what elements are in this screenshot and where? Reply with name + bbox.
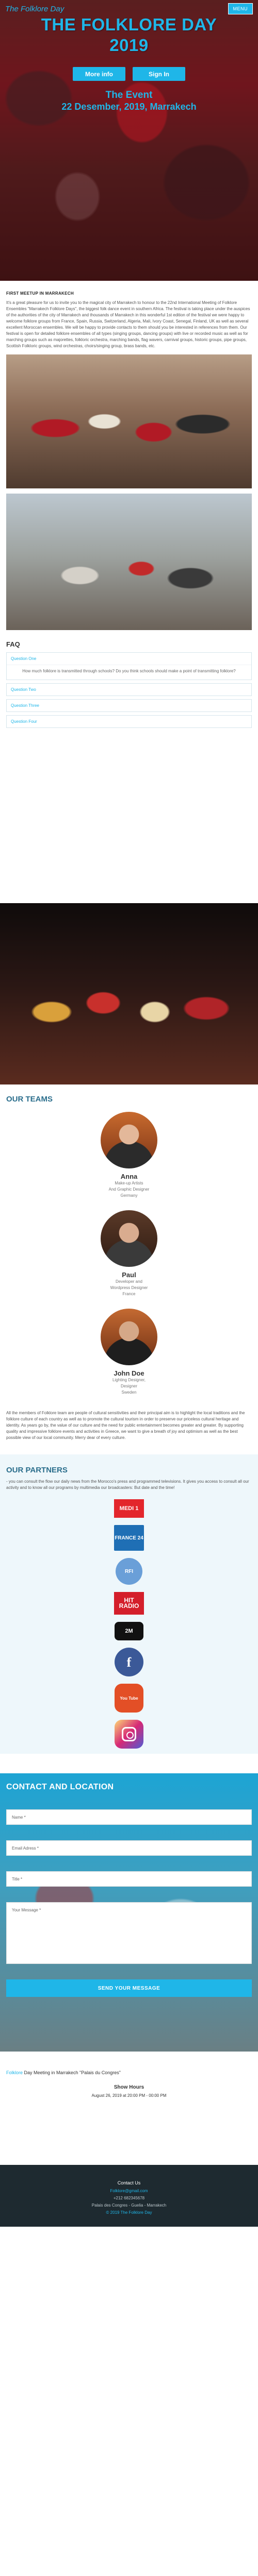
team-description: All the members of Folklore team are peo… (6, 1411, 245, 1440)
street-parade-photo (6, 494, 252, 630)
avatar (101, 1309, 157, 1365)
event-location: Folklore Day Meeting in Marrakech "Palai… (6, 2070, 252, 2075)
subject-field[interactable]: Title * (6, 1871, 252, 1887)
faq-item[interactable]: Question One How much folklore is transm… (6, 652, 252, 680)
message-field[interactable]: Your Message * (6, 1902, 252, 1964)
event-info-section: Folklore Day Meeting in Marrakech "Palai… (0, 2052, 258, 2165)
email-field[interactable]: Email Adress * (6, 1840, 252, 1856)
show-hours-title: Show Hours (114, 2084, 144, 2090)
about-title: FIRST MEETUP IN MARRAKECH (6, 291, 74, 296)
faq-item[interactable]: Question Three (6, 699, 252, 712)
more-info-button[interactable]: More info (73, 67, 125, 81)
member-name: Anna (120, 1173, 138, 1180)
team-title: OUR TEAMS (6, 1095, 53, 1104)
medi1-logo[interactable]: MEDI 1 (114, 1499, 144, 1518)
member-role: And Graphic Designer (108, 1187, 150, 1192)
partners-title: OUR PARTNERS (6, 1466, 68, 1475)
faq-item[interactable]: Question Two (6, 683, 252, 696)
contact-title: CONTACT AND LOCATION (6, 1783, 114, 1791)
member-name: Paul (122, 1271, 136, 1279)
event-location-prefix: Folklore (6, 2070, 23, 2075)
member-country: Sweden (121, 1390, 137, 1395)
footer-title: Contact Us (117, 2180, 141, 2185)
hero-event-date: 22 Desember, 2019, Marrakech (61, 101, 197, 112)
avatar (101, 1112, 157, 1168)
top-bar: The Folklore Day MENU (0, 0, 258, 18)
hero-title-line2: 2019 (109, 36, 149, 55)
brand-logo[interactable]: The Folklore Day (5, 5, 64, 13)
dancers-photo (6, 354, 252, 488)
footer-copyright: © 2019 The Folklore Day (106, 2210, 152, 2215)
member-role: Developer and (115, 1279, 143, 1284)
member-name: John Doe (114, 1369, 144, 1377)
faq-section: FAQ Question One How much folklore is tr… (0, 635, 258, 728)
show-hours: August 26, 2019 at 20:00 PM - 00:00 PM (91, 2093, 167, 2098)
partners-description: - you can consult the flow our daily new… (6, 1479, 249, 1490)
france24-logo[interactable]: FRANCE 24 (114, 1525, 144, 1551)
hero-event-label: The Event (105, 90, 153, 100)
partners-section: OUR PARTNERS - you can consult the flow … (0, 1454, 258, 1754)
member-country: France (122, 1292, 136, 1296)
footer-phone: +212 682345678 (113, 2196, 145, 2200)
team-section: OUR TEAMS Anna Make-up Artists And Graph… (0, 1084, 258, 1454)
2m-logo[interactable]: 2M (115, 1622, 143, 1640)
footer-address: Palais des Congres - Guelia - Marrakech (91, 2203, 167, 2208)
faq-answer: How much folklore is transmitted through… (7, 665, 251, 680)
faq-question[interactable]: Question One (7, 653, 251, 665)
about-text: It's a great pleasure for us to invite y… (6, 300, 250, 348)
hero-buttons: More info Sign In (0, 67, 258, 81)
sign-in-button[interactable]: Sign In (133, 67, 185, 81)
event-location-text: Day Meeting in Marrakech "Palais du Cong… (23, 2070, 121, 2075)
instagram-icon[interactable] (115, 1720, 143, 1749)
team-member: Paul Developer and Wordpress Designer Fr… (6, 1210, 252, 1297)
member-role: Wordpress Designer (110, 1285, 148, 1290)
footer-email[interactable]: Folklore@gmail.com (0, 2188, 258, 2195)
send-message-button[interactable]: SEND YOUR MESSAGE (6, 1979, 252, 1997)
footer: Contact Us Folklore@gmail.com +212 68234… (0, 2165, 258, 2227)
name-field[interactable]: Name * (6, 1809, 252, 1825)
about-section: FIRST MEETUP IN MARRAKECH It's a great p… (0, 281, 258, 349)
faq-question[interactable]: Question Three (7, 700, 251, 711)
member-role: Lighting Designer, (112, 1378, 146, 1382)
avatar (101, 1210, 157, 1267)
member-role: Make-up Artists (115, 1181, 143, 1185)
team-member: Anna Make-up Artists And Graphic Designe… (6, 1112, 252, 1199)
folklore-performance-photo (0, 903, 258, 1084)
hit-radio-logo[interactable]: HIT RADIO (114, 1592, 144, 1615)
faq-question[interactable]: Question Two (7, 684, 251, 696)
faq-title: FAQ (6, 640, 20, 648)
hero-section: The Folklore Day MENU THE FOLKLORE DAY 2… (0, 0, 258, 281)
hero-title: THE FOLKLORE DAY 2019 (0, 14, 258, 56)
faq-item[interactable]: Question Four (6, 715, 252, 728)
team-member: John Doe Lighting Designer, Designer Swe… (6, 1309, 252, 1396)
member-role: Designer (120, 1384, 137, 1388)
instagram-camera-icon (122, 1727, 136, 1741)
contact-section: CONTACT AND LOCATION Name * Email Adress… (0, 1773, 258, 2052)
facebook-icon[interactable]: f (115, 1648, 143, 1676)
menu-button[interactable]: MENU (228, 3, 253, 14)
youtube-icon[interactable]: You Tube (115, 1684, 143, 1713)
partner-logos: MEDI 1 FRANCE 24 RFI HIT RADIO 2M f You … (6, 1499, 252, 1749)
member-country: Germany (120, 1193, 138, 1198)
rfi-logo[interactable]: RFI (116, 1558, 142, 1585)
faq-question[interactable]: Question Four (7, 716, 251, 727)
hero-title-line1: THE FOLKLORE DAY (41, 15, 217, 34)
